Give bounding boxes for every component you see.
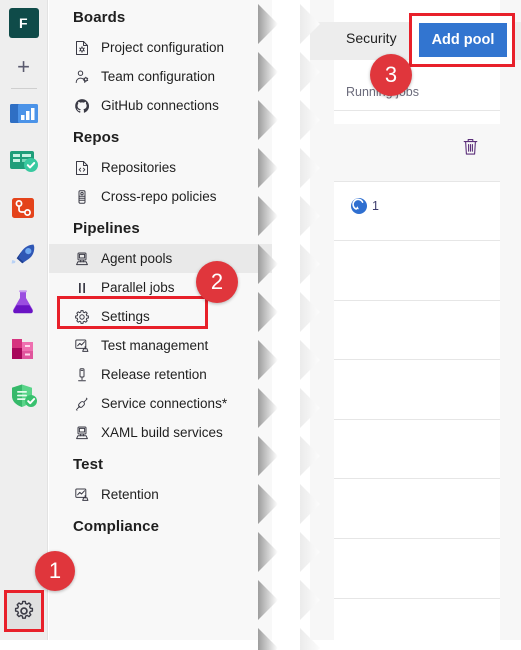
nav-group-title-test: Test bbox=[73, 456, 104, 473]
sidebar-item-team-configuration[interactable]: Team configuration bbox=[49, 62, 272, 91]
artifacts-icon[interactable] bbox=[7, 332, 41, 366]
sidebar-item-test-management[interactable]: Test management bbox=[49, 331, 272, 360]
tab-security[interactable]: Security bbox=[346, 30, 397, 46]
step-badge-2: 2 bbox=[196, 261, 238, 303]
repos-icon[interactable] bbox=[7, 191, 41, 225]
row-separator bbox=[334, 419, 500, 420]
sidebar-item-label: GitHub connections bbox=[101, 98, 219, 113]
trash-icon[interactable] bbox=[462, 137, 479, 161]
project-settings-button[interactable] bbox=[4, 590, 44, 632]
parallel-jobs-icon bbox=[73, 279, 90, 296]
test-management-icon bbox=[73, 337, 90, 354]
sidebar-item-label: Retention bbox=[101, 487, 159, 502]
row-separator bbox=[334, 359, 500, 360]
pipelines-icon[interactable] bbox=[7, 238, 41, 272]
nav-list: Boards Project configuration Team configur… bbox=[49, 0, 272, 542]
row-separator bbox=[334, 240, 500, 241]
service-connections-icon bbox=[73, 395, 90, 412]
sidebar-item-label: Parallel jobs bbox=[101, 280, 175, 295]
project-settings-nav: Boards Project configuration Team configur… bbox=[49, 0, 272, 640]
table-header-separator bbox=[334, 110, 500, 111]
sidebar-item-agent-pools[interactable]: Agent pools bbox=[49, 244, 272, 273]
app-rail: F + bbox=[0, 0, 48, 640]
sidebar-item-cross-repo-policies[interactable]: Cross-repo policies bbox=[49, 182, 272, 211]
organization-logo[interactable]: F bbox=[8, 8, 39, 38]
sidebar-item-repositories[interactable]: Repositories bbox=[49, 153, 272, 182]
sidebar-item-label: Team configuration bbox=[101, 69, 216, 84]
sidebar-item-label: Agent pools bbox=[101, 251, 173, 266]
repositories-icon bbox=[73, 159, 90, 176]
pool-running-jobs-count: 1 bbox=[372, 199, 379, 213]
new-item-plus-icon[interactable]: + bbox=[7, 50, 41, 84]
rail-divider bbox=[10, 88, 37, 89]
sidebar-item-project-configuration[interactable]: Project configuration bbox=[49, 33, 272, 62]
retention-icon bbox=[73, 486, 90, 503]
add-pool-button[interactable]: Add pool bbox=[419, 23, 507, 57]
row-separator bbox=[334, 478, 500, 479]
agent-pools-content-panel: Security Running jobs 1 bbox=[310, 0, 521, 640]
nav-group-title-repos: Repos bbox=[73, 129, 120, 146]
github-icon bbox=[73, 97, 90, 114]
sidebar-item-label: Release retention bbox=[101, 367, 207, 382]
sidebar-item-github-connections[interactable]: GitHub connections bbox=[49, 91, 272, 120]
overview-icon[interactable] bbox=[7, 97, 41, 131]
row-separator bbox=[334, 598, 500, 599]
advanced-security-icon[interactable] bbox=[7, 379, 41, 413]
settings-gear-icon bbox=[73, 308, 90, 325]
sidebar-item-label: Service connections* bbox=[101, 396, 228, 411]
sidebar-item-release-retention[interactable]: Release retention bbox=[49, 360, 272, 389]
step-badge-3: 3 bbox=[370, 54, 412, 96]
sidebar-item-label: Cross-repo policies bbox=[101, 189, 217, 204]
add-pool-highlight-box: Add pool bbox=[409, 13, 515, 67]
azure-pipelines-pool-icon bbox=[351, 198, 367, 219]
sidebar-item-parallel-jobs[interactable]: Parallel jobs bbox=[49, 273, 272, 302]
sidebar-item-label: Settings bbox=[101, 309, 150, 324]
nav-group-title-boards: Boards bbox=[73, 9, 126, 26]
sidebar-item-retention[interactable]: Retention bbox=[49, 480, 272, 509]
release-retention-icon bbox=[73, 366, 90, 383]
row-separator bbox=[334, 538, 500, 539]
nav-group-title-pipelines: Pipelines bbox=[73, 220, 140, 237]
sidebar-item-label: Repositories bbox=[101, 160, 177, 175]
team-configuration-icon bbox=[73, 68, 90, 85]
nav-group-title-compliance: Compliance bbox=[73, 518, 160, 535]
sidebar-item-service-connections[interactable]: Service connections* bbox=[49, 389, 272, 418]
boards-icon[interactable] bbox=[7, 144, 41, 178]
sidebar-item-settings[interactable]: Settings bbox=[49, 302, 272, 331]
row-separator bbox=[334, 300, 500, 301]
step-badge-1: 1 bbox=[35, 551, 75, 591]
test-plans-icon[interactable] bbox=[7, 285, 41, 319]
project-configuration-icon bbox=[73, 39, 90, 56]
gear-icon bbox=[14, 600, 34, 619]
sidebar-item-label: Test management bbox=[101, 338, 209, 353]
xaml-build-services-icon bbox=[73, 424, 90, 441]
sidebar-item-label: XAML build services bbox=[101, 425, 223, 440]
cross-repo-policies-icon bbox=[73, 188, 90, 205]
sidebar-item-xaml-build-services[interactable]: XAML build services bbox=[49, 418, 272, 447]
agent-pools-icon bbox=[73, 250, 90, 267]
sidebar-item-label: Project configuration bbox=[101, 40, 225, 55]
